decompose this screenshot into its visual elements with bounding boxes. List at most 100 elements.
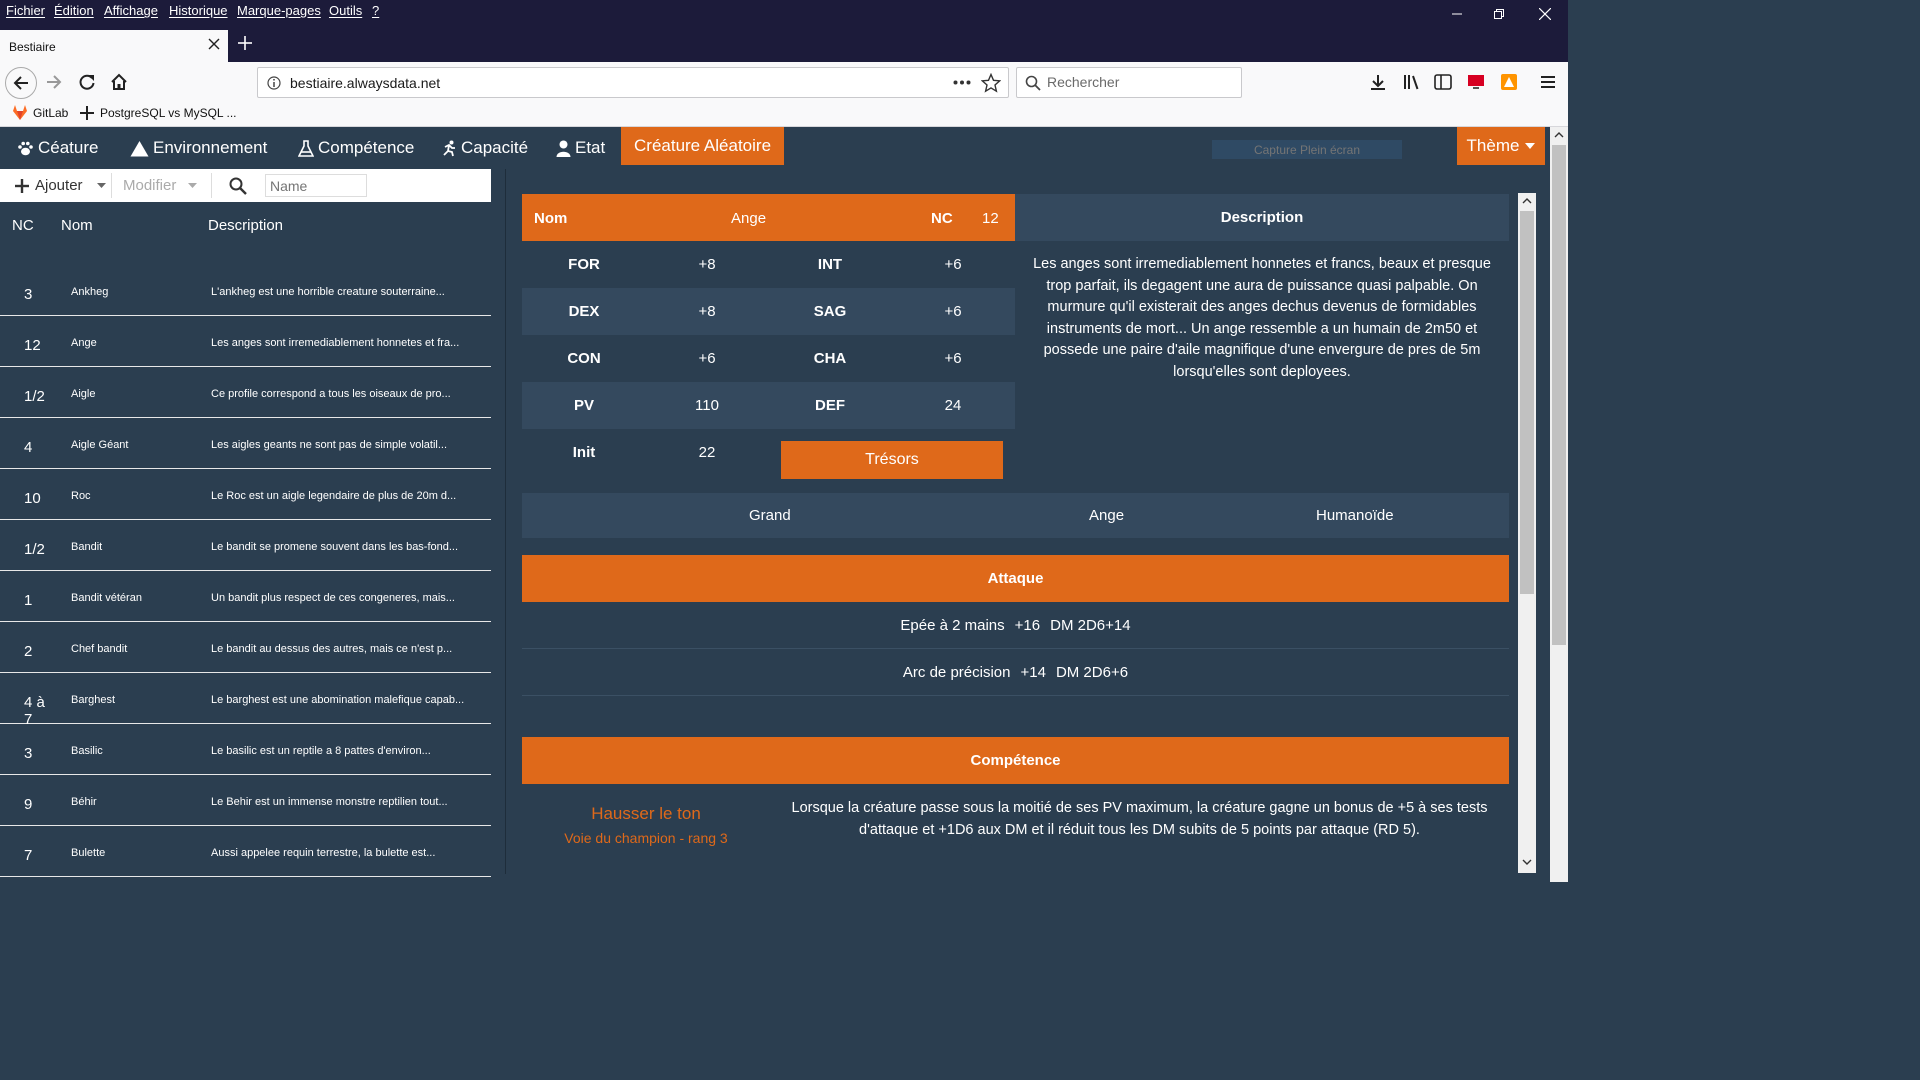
menu-historique[interactable]: Historique <box>169 3 228 18</box>
row-nom: Aigle <box>71 388 96 400</box>
creature-name: Ange <box>731 210 767 227</box>
tresors-button[interactable]: Trésors <box>781 441 1003 479</box>
table-row[interactable]: 1 Bandit vétéran Un bandit plus respect de… <box>0 571 491 622</box>
search-input[interactable] <box>1045 73 1235 91</box>
page-scroll-thumb[interactable] <box>1552 145 1566 645</box>
row-nc: 1/2 <box>24 541 45 558</box>
new-tab-icon[interactable] <box>236 34 256 54</box>
capture-fullscreen-input[interactable] <box>1212 140 1402 159</box>
sidebar-icon[interactable] <box>1429 68 1457 96</box>
download-icon[interactable] <box>1364 68 1392 96</box>
home-icon[interactable] <box>105 68 133 96</box>
nav-etat[interactable]: Etat <box>556 127 605 169</box>
header-description[interactable]: Description <box>208 217 283 234</box>
page-scrollbar[interactable] <box>1550 127 1568 882</box>
library-icon[interactable] <box>1397 68 1425 96</box>
hamburger-menu-icon[interactable] <box>1534 68 1562 96</box>
menu-bar: Fichier Édition Affichage Historique Mar… <box>0 0 1568 28</box>
nav-label: Environnement <box>153 138 268 157</box>
restore-icon[interactable] <box>1476 0 1522 28</box>
nav-creature[interactable]: Céature <box>17 127 98 169</box>
header-nom[interactable]: Nom <box>61 217 93 234</box>
bookmark-label: PostgreSQL vs MySQL ... <box>100 106 237 120</box>
row-nom: Chef bandit <box>71 643 128 655</box>
browser-tab[interactable]: Bestiaire <box>0 30 228 62</box>
competence-text: Lorsque la créature passe sous la moitié… <box>791 800 1488 838</box>
table-row[interactable]: 12 Ange Les anges sont irremediablement ho… <box>0 316 491 367</box>
bookmark-star-icon[interactable] <box>981 73 1001 93</box>
detail-scrollbar[interactable] <box>1518 193 1536 873</box>
table-row[interactable]: 3 Basilic Le basilic est un reptile a 8 pa… <box>0 724 491 775</box>
row-nom: Ankheg <box>71 286 109 298</box>
table-row[interactable]: 4 à 7 Barghest Le barghest est une abomina… <box>0 673 491 728</box>
header-nc[interactable]: NC <box>12 217 34 234</box>
menu-edition[interactable]: Édition <box>54 3 94 18</box>
tab-close-icon[interactable] <box>208 38 220 50</box>
nom-label: Nom <box>534 210 568 227</box>
back-icon[interactable] <box>5 67 37 99</box>
stat-label: CHA <box>813 350 847 367</box>
nav-competence[interactable]: Compétence <box>298 127 414 169</box>
table-row[interactable]: 3 Ankheg L'ankheg est une horrible creatur… <box>0 265 491 316</box>
user-icon <box>556 140 571 157</box>
stat-label: SAG <box>813 303 847 320</box>
tab-strip: Bestiaire <box>0 28 1568 62</box>
table-row[interactable]: 9 Béhir Le Behir est un immense monstre re… <box>0 775 491 826</box>
attack-name: Epée à 2 mains <box>900 616 1005 634</box>
bookmark-postgresql[interactable]: PostgreSQL vs MySQL ... <box>79 105 237 121</box>
table-row[interactable]: 4 Aigle Géant Les aigles geants ne sont pa… <box>0 418 491 469</box>
row-nc: 9 <box>24 796 33 813</box>
add-button[interactable]: Ajouter <box>14 169 83 202</box>
menu-fichier[interactable]: Fichier <box>6 3 45 18</box>
name-filter-input[interactable] <box>265 174 367 197</box>
close-window-icon[interactable] <box>1522 0 1568 28</box>
theme-dropdown-button[interactable]: Thème <box>1457 127 1545 165</box>
page-actions-icon[interactable] <box>953 80 971 85</box>
row-nom: Bandit <box>71 541 103 553</box>
scroll-down-icon[interactable] <box>1522 859 1532 866</box>
table-row[interactable]: 1/2 Aigle Ce profile correspond a tous les… <box>0 367 491 418</box>
add-dropdown-icon[interactable] <box>97 169 106 202</box>
menu-affichage[interactable]: Affichage <box>104 3 158 18</box>
forward-icon[interactable] <box>40 68 68 96</box>
row-nom: Ange <box>71 337 97 349</box>
table-row[interactable]: 10 Roc Le Roc est un aigle legendaire de p… <box>0 469 491 520</box>
table-row[interactable]: 7 Bulette Aussi appelee requin terrestre, … <box>0 826 491 877</box>
toolbar-divider <box>111 173 112 198</box>
description-header: Description <box>1015 194 1509 241</box>
menu-marque-pages[interactable]: Marque-pages <box>237 3 321 18</box>
menu-outils[interactable]: Outils <box>329 3 362 18</box>
edit-button[interactable]: Modifier <box>123 169 176 202</box>
row-nc: 4 <box>24 439 33 456</box>
competence-voie: Voie du champion - rang 3 <box>564 830 728 846</box>
stat-value: +6 <box>944 303 962 320</box>
scroll-up-icon[interactable] <box>1522 197 1532 204</box>
edit-dropdown-icon[interactable] <box>188 169 197 202</box>
stat-value: +6 <box>944 256 962 273</box>
nav-label: Céature <box>38 138 99 157</box>
search-bar[interactable] <box>1016 67 1242 98</box>
extension-icon[interactable] <box>1495 68 1523 96</box>
row-description: Le Roc est un aigle legendaire de plus d… <box>211 490 457 502</box>
row-nc: 1/2 <box>24 388 45 405</box>
screenshot-extension-icon[interactable] <box>1462 68 1490 96</box>
row-nom: Bandit vétéran <box>71 592 142 604</box>
info-icon[interactable] <box>267 76 281 90</box>
nav-creature-aleatoire[interactable]: Créature Aléatoire <box>621 127 785 165</box>
stat-label: DEX <box>568 303 600 320</box>
stat-value: +6 <box>944 350 962 367</box>
table-body: 3 Ankheg L'ankheg est une horrible creatur… <box>0 265 491 877</box>
reload-icon[interactable] <box>73 68 101 96</box>
table-row[interactable]: 2 Chef bandit Le bandit au dessus des autr… <box>0 622 491 673</box>
minimize-icon[interactable] <box>1434 0 1480 28</box>
detail-scroll-thumb[interactable] <box>1520 211 1534 594</box>
nav-environnement[interactable]: Environnement <box>130 127 267 169</box>
scroll-up-icon[interactable] <box>1554 131 1564 138</box>
bookmark-gitlab[interactable]: GitLab <box>12 105 68 120</box>
table-row[interactable]: 1/2 Bandit Le bandit se promene souvent da… <box>0 520 491 571</box>
nav-capacite[interactable]: Capacité <box>442 127 528 169</box>
attack-name: Arc de précision <box>902 663 1011 681</box>
url-bar[interactable]: bestiaire.alwaysdata.net <box>257 67 1009 98</box>
filter-search-icon[interactable] <box>229 169 247 202</box>
menu-help[interactable]: ? <box>372 3 379 18</box>
